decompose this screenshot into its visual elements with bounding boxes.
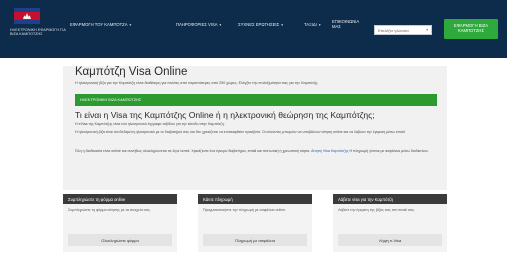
nav-item-contact[interactable]: ΕΠΙΚΟΙΝΩΝΙΑ ΜΑΣ [332,19,359,29]
site-logo[interactable]: ΗΛΕΚΤΡΟΝΙΚΗ ΕΦΑΡΜΟΓΗ ΓΙΑ ΒΙΖΑ ΚΑΜΠΟΤΖΗΣ [10,8,68,36]
paragraph-2: Η ηλεκτρονική βίζα είναι συνδεδεμένη ηλε… [75,130,406,134]
complete-form-button[interactable]: Ολοκληρώστε φόρμα [68,234,172,246]
nav-item-travel[interactable]: ΤΑΞΙΔΙ ▾ [304,22,321,28]
nav-item-visa-info[interactable]: ΠΛΗΡΟΦΟΡΙΕΣ VISA ▾ [176,22,221,28]
card-body: Πραγματοποιήστε την πληρωμή με ασφάλεια … [203,208,287,212]
card-title: Κάντε πληρωμή [198,194,312,204]
chevron-down-icon: ▾ [281,23,283,27]
site-header: ΗΛΕΚΤΡΟΝΙΚΗ ΕΦΑΡΜΟΓΗ ΓΙΑ ΒΙΖΑ ΚΑΜΠΟΤΖΗΣ … [0,0,507,58]
language-select-value: Επιλέξτε γλώσσα [378,28,409,33]
nav-item-label: ΤΑΞΙΔΙ [304,22,317,27]
paragraph-3-text-end: Η πληρωμή γίνεται με ασφάλεια μέσω διαδι… [349,149,429,153]
intro-text: Η ηλεκτρονική βίζα για την Καμπότζη είνα… [75,81,319,85]
evisa-banner[interactable]: ΗΛΕΚΤΡΟΝΙΚΗ ΒΙΖΑ ΚΑΜΠΟΤΖΗΣ [75,94,437,106]
card-title: Λάβετε visa για την Καμπότζη [333,194,447,204]
apply-visa-button[interactable]: ΕΦΑΡΜΟΓΗ ΒΙΖΑ ΚΑΜΠΟΤΖΗΣ [444,19,498,39]
section-heading: Τι είναι η Visa της Καμπότζης Online ή η… [75,110,375,120]
nav-item-label: ΕΦΑΡΜΟΓΗ ΤΟΥ ΚΑΜΠΟΤΖΑ [70,22,128,27]
card-title: Συμπληρώστε τη φόρμα online [63,194,177,204]
language-select[interactable]: Επιλέξτε γλώσσα ▾ [374,25,432,35]
nav-item-faq[interactable]: ΣΥΧΝΕΣ ΕΡΩΤΗΣΕΙΣ ▾ [238,22,283,28]
paragraph-3: Όλη η διαδικασία είναι online και συνήθω… [75,149,437,154]
logo-text: ΗΛΕΚΤΡΟΝΙΚΗ ΕΦΑΡΜΟΓΗ ΓΙΑ ΒΙΖΑ ΚΑΜΠΟΤΖΗΣ [10,28,66,37]
nav-item-application[interactable]: ΕΦΑΡΜΟΓΗ ΤΟΥ ΚΑΜΠΟΤΖΑ ▾ [70,22,131,28]
paragraph-1: Η eVisa της Καμπότζης είναι ένα ηλεκτρον… [75,122,225,126]
nav-item-label: ΣΥΧΝΕΣ ΕΡΩΤΗΣΕΙΣ [238,22,280,27]
main-content: Καμπότζη Visa Online Η ηλεκτρονική βίζα … [63,66,447,190]
chevron-down-icon: ▾ [219,23,222,27]
card-body: Συμπληρώστε τη φόρμα αίτησης με τα στοιχ… [68,208,151,212]
cambodia-flag-icon [14,8,40,24]
payment-button[interactable]: Πληρωμή με ασφάλεια [203,234,307,246]
card-body: Λάβετε την έγκριση της βίζας σας στο ema… [338,208,416,212]
chevron-down-icon: ▾ [426,28,428,32]
chevron-down-icon: ▾ [129,23,132,27]
step-card-form: Συμπληρώστε τη φόρμα online Συμπληρώστε … [63,194,177,252]
chevron-down-icon: ▾ [318,23,321,27]
paragraph-3-text: Όλη η διαδικασία είναι online και συνήθω… [75,149,311,153]
receive-evisa-button[interactable]: Λήψη e-Visa [338,234,442,246]
page-title: Καμπότζη Visa Online [75,66,188,78]
step-card-receive: Λάβετε visa για την Καμπότζη Λάβετε την … [333,194,447,252]
step-card-payment: Κάντε πληρωμή Πραγματοποιήστε την πληρωμ… [198,194,312,252]
nav-item-label: ΠΛΗΡΟΦΟΡΙΕΣ VISA [176,22,218,27]
visa-application-link[interactable]: Αίτηση Visa Καμπότζης [311,149,348,153]
